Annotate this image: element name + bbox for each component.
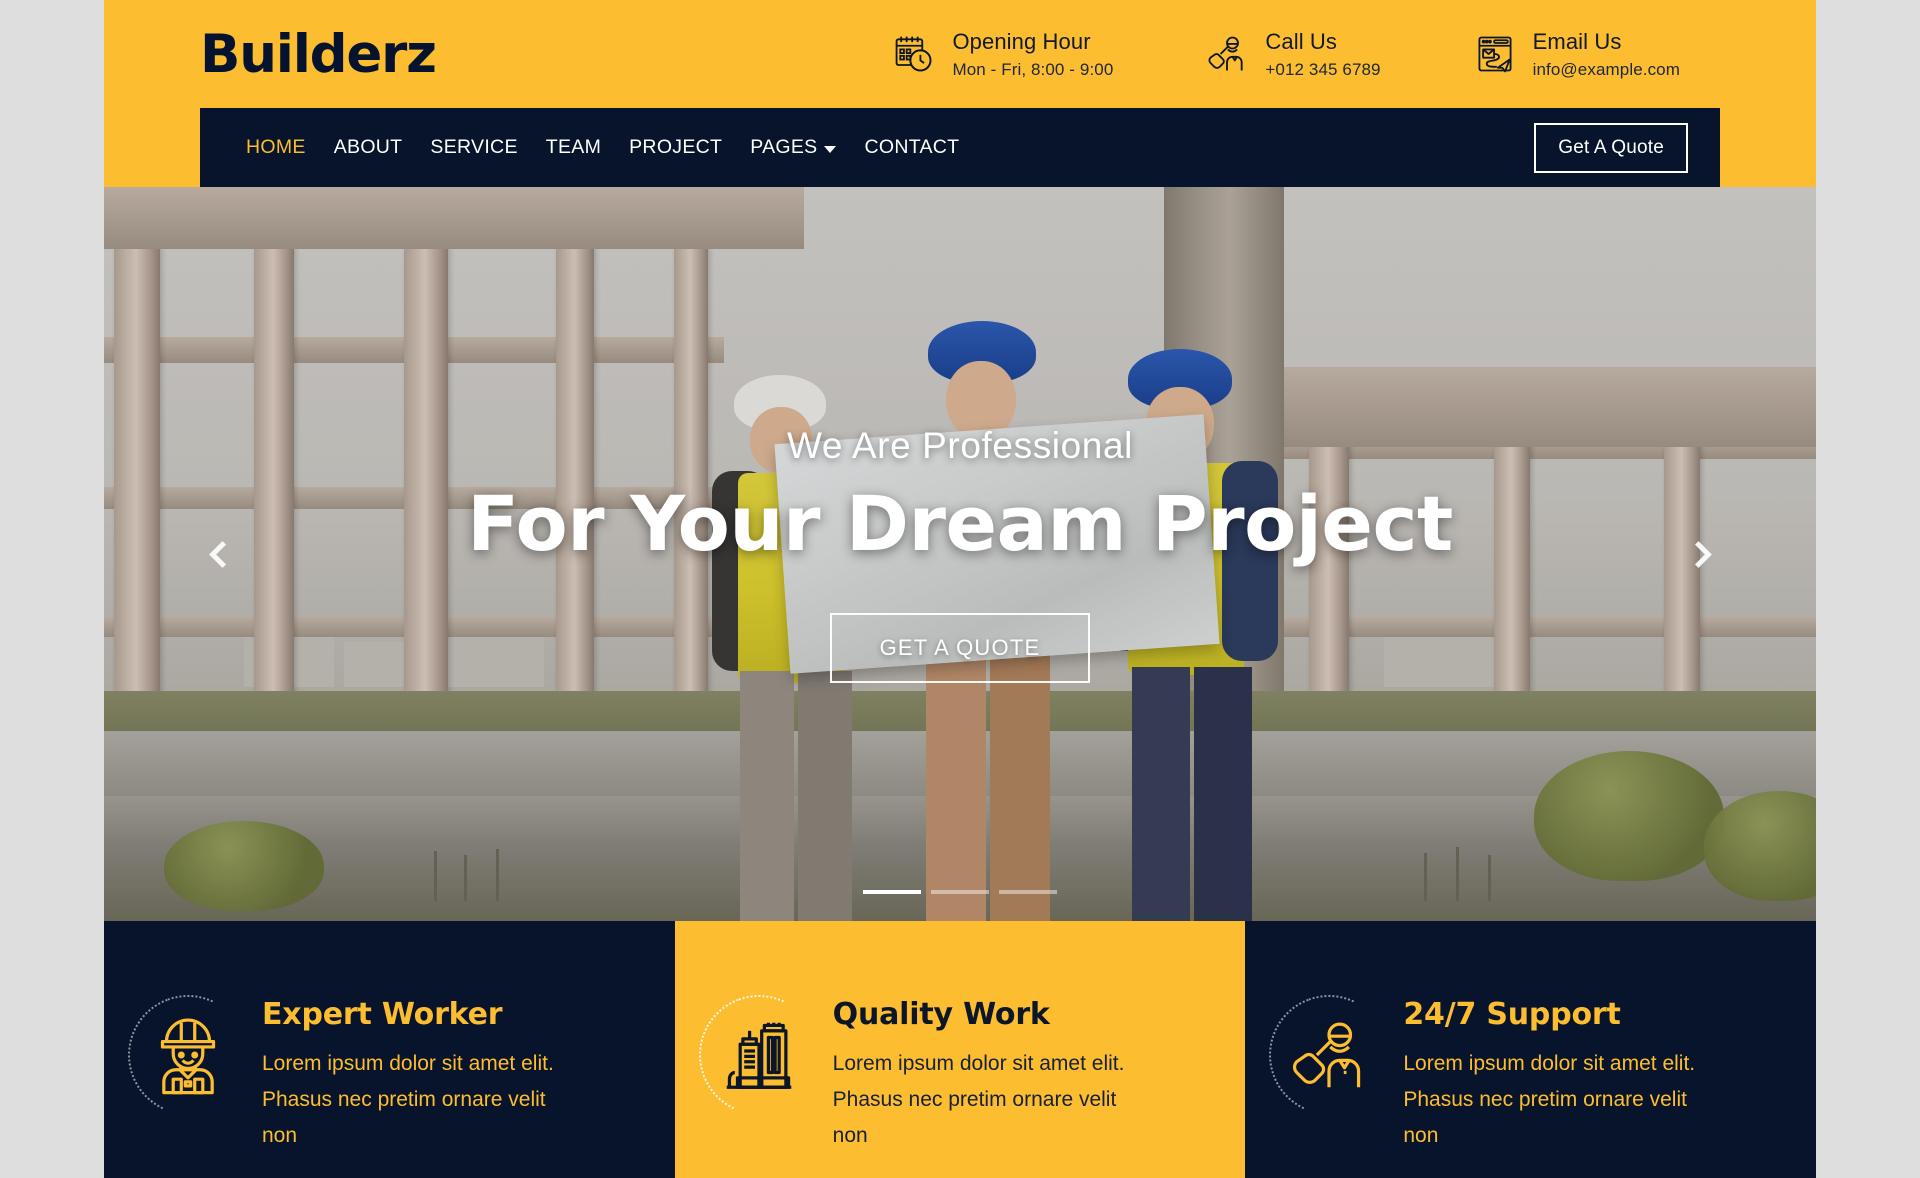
construction-worker-icon bbox=[160, 1018, 216, 1095]
nav-item-pages[interactable]: PAGES bbox=[736, 136, 850, 159]
navbar-wrapper: HOME ABOUT SERVICE TEAM PROJECT PAGES CO… bbox=[104, 108, 1816, 187]
nav-menu: HOME ABOUT SERVICE TEAM PROJECT PAGES CO… bbox=[232, 136, 973, 159]
hero-subtitle: We Are Professional bbox=[787, 425, 1133, 467]
feature-title-quality-work: Quality Work bbox=[832, 997, 1050, 1032]
nav-item-service[interactable]: SERVICE bbox=[416, 136, 531, 159]
chevron-down-icon bbox=[824, 145, 837, 153]
nav-item-home[interactable]: HOME bbox=[232, 136, 320, 159]
carousel-indicator-1[interactable] bbox=[863, 890, 921, 894]
email-us-title: Email Us bbox=[1532, 28, 1622, 54]
hero-content: We Are Professional For Your Dream Proje… bbox=[104, 187, 1816, 921]
nav-item-about[interactable]: ABOUT bbox=[320, 136, 417, 159]
brand-logo[interactable]: Builderz bbox=[200, 28, 437, 81]
email-window-icon bbox=[1473, 32, 1517, 76]
feature-desc-quality-work: Lorem ipsum dolor sit amet elit. Phasus … bbox=[832, 1052, 1125, 1148]
email-us-info: Email Us info@example.com bbox=[1473, 28, 1680, 81]
nav-label-service: SERVICE bbox=[430, 136, 518, 158]
call-us-value: +012 345 6789 bbox=[1265, 60, 1381, 80]
nav-item-project[interactable]: PROJECT bbox=[615, 136, 736, 159]
nav-label-contact: CONTACT bbox=[864, 136, 960, 158]
opening-hour-info: Opening Hour Mon - Fri, 8:00 - 9:00 bbox=[892, 28, 1113, 81]
nav-label-team: TEAM bbox=[545, 136, 602, 158]
carousel-indicators bbox=[863, 890, 1057, 894]
carousel-indicator-2[interactable] bbox=[931, 890, 989, 894]
nav-label-home: HOME bbox=[246, 136, 306, 158]
hero-title: For Your Dream Project bbox=[467, 479, 1453, 569]
hero-carousel: We Are Professional For Your Dream Proje… bbox=[104, 187, 1816, 921]
feature-card-quality-work: Quality Work Lorem ipsum dolor sit amet … bbox=[674, 921, 1246, 1178]
main-navbar: HOME ABOUT SERVICE TEAM PROJECT PAGES CO… bbox=[200, 108, 1720, 187]
phone-support-icon bbox=[1293, 1022, 1361, 1088]
phone-support-icon bbox=[1205, 32, 1249, 76]
nav-label-about: ABOUT bbox=[333, 136, 403, 158]
features-section: Expert Worker Lorem ipsum dolor sit amet… bbox=[104, 921, 1816, 1178]
feature-desc-expert-worker: Lorem ipsum dolor sit amet elit. Phasus … bbox=[262, 1052, 554, 1148]
feature-title-support: 24/7 Support bbox=[1403, 997, 1621, 1032]
carousel-next-button[interactable] bbox=[1672, 528, 1724, 580]
top-contact-info: Opening Hour Mon - Fri, 8:00 - 9:00 Call… bbox=[892, 28, 1780, 81]
carousel-prev-button[interactable] bbox=[196, 528, 248, 580]
feature-desc-support: Lorem ipsum dolor sit amet elit. Phasus … bbox=[1403, 1052, 1696, 1148]
buildings-icon-wrap bbox=[681, 978, 836, 1132]
carousel-indicator-3[interactable] bbox=[999, 890, 1057, 894]
top-bar: Builderz Opening Hour Mon - Fri, 8:00 - … bbox=[104, 0, 1816, 108]
buildings-icon bbox=[726, 1022, 791, 1089]
nav-item-team[interactable]: TEAM bbox=[532, 136, 615, 159]
opening-hour-title: Opening Hour bbox=[952, 28, 1091, 54]
feature-card-expert-worker: Expert Worker Lorem ipsum dolor sit amet… bbox=[104, 921, 675, 1178]
call-us-title: Call Us bbox=[1265, 28, 1337, 54]
construction-worker-icon-wrap bbox=[111, 978, 265, 1132]
chevron-right-icon bbox=[1684, 540, 1712, 568]
email-us-value: info@example.com bbox=[1532, 60, 1680, 80]
page-root: Builderz Opening Hour Mon - Fri, 8:00 - … bbox=[104, 0, 1816, 1178]
call-us-info: Call Us +012 345 6789 bbox=[1205, 28, 1381, 81]
nav-item-contact[interactable]: CONTACT bbox=[850, 136, 973, 159]
get-a-quote-nav-button[interactable]: Get A Quote bbox=[1534, 122, 1688, 173]
chevron-left-icon bbox=[208, 540, 236, 568]
calendar-clock-icon bbox=[892, 32, 936, 76]
nav-label-project: PROJECT bbox=[629, 136, 723, 158]
phone-support-icon-wrap bbox=[1252, 978, 1407, 1132]
opening-hour-value: Mon - Fri, 8:00 - 9:00 bbox=[952, 60, 1114, 80]
feature-title-expert-worker: Expert Worker bbox=[262, 997, 503, 1032]
feature-card-support: 24/7 Support Lorem ipsum dolor sit amet … bbox=[1245, 921, 1816, 1178]
hero-get-a-quote-button[interactable]: GET A QUOTE bbox=[829, 612, 1091, 683]
nav-label-pages: PAGES bbox=[750, 136, 818, 158]
